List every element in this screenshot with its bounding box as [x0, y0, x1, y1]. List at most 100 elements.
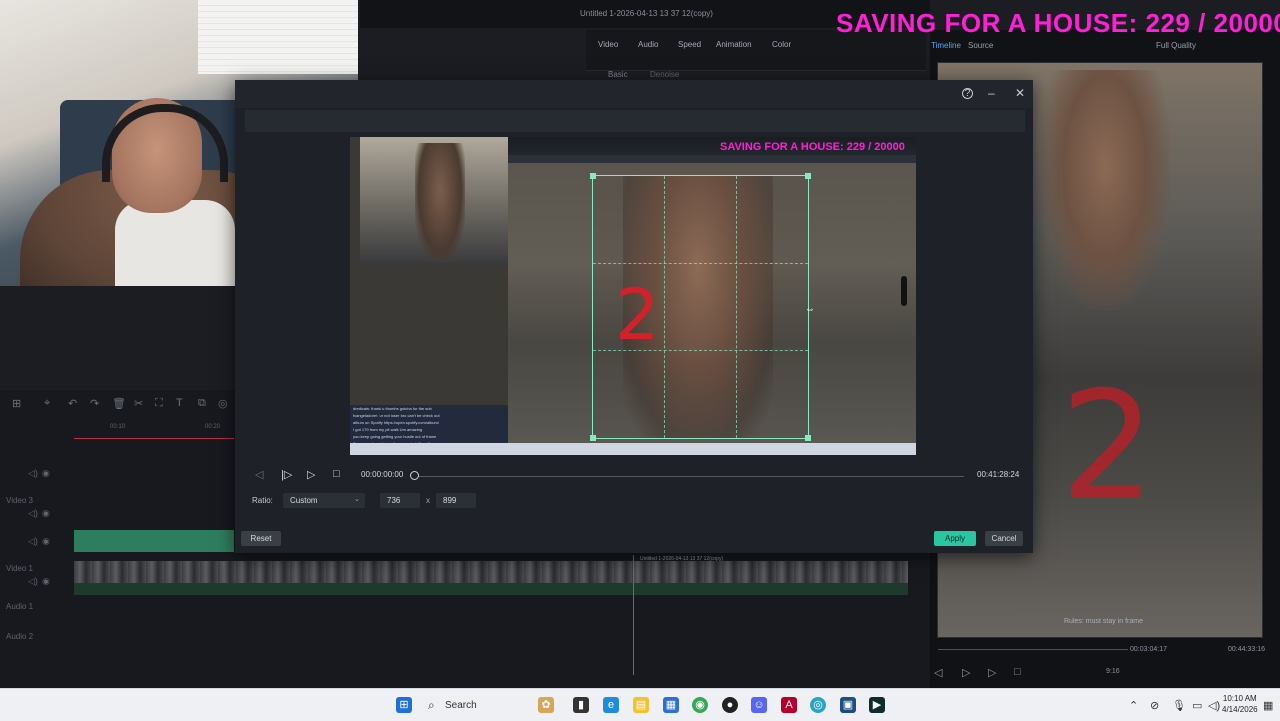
- tab-video[interactable]: Video: [598, 40, 618, 49]
- prev-frame-icon[interactable]: ◁: [255, 468, 263, 481]
- minimize-icon[interactable]: –: [988, 86, 995, 100]
- height-input[interactable]: 899: [436, 493, 476, 508]
- mute-icon[interactable]: ◁): [28, 576, 38, 587]
- widget-icon[interactable]: ✿: [538, 697, 554, 713]
- chat-line: album on Spotify https://open.spotify.co…: [353, 420, 439, 425]
- stop-icon[interactable]: □: [1014, 666, 1021, 678]
- preview-zoom-bar: [901, 276, 907, 306]
- zoom-icon[interactable]: ◎: [218, 397, 228, 410]
- mute-icon[interactable]: ◁): [28, 508, 38, 519]
- network-icon[interactable]: ⊘: [1150, 699, 1159, 712]
- window-title: Untitled 1-2026-04-13 13 37 12(copy): [580, 9, 713, 18]
- tab-timeline[interactable]: Timeline: [931, 41, 961, 50]
- player-time-current: 00:03:04:17: [1130, 646, 1167, 653]
- monitor-icon[interactable]: ▭: [1192, 699, 1202, 712]
- play-icon[interactable]: ▷: [307, 468, 315, 481]
- delete-icon[interactable]: 🗑: [112, 397, 126, 410]
- eye-icon[interactable]: ◉: [42, 508, 50, 519]
- microphone-icon[interactable]: 🎙: [1172, 699, 1186, 712]
- chevron-down-icon: ⌄: [354, 496, 360, 503]
- subtab-denoise[interactable]: Denoise: [650, 70, 679, 79]
- step-play-icon[interactable]: |▷: [281, 468, 292, 481]
- crop-handle-bottom-right[interactable]: [805, 435, 811, 441]
- undo-icon[interactable]: ↶: [68, 397, 77, 410]
- quality-select[interactable]: Full Quality: [1156, 41, 1196, 50]
- edge-icon[interactable]: e: [603, 697, 619, 713]
- current-time: 00:00:00:00: [361, 470, 404, 479]
- chat-line: I got 179 from my pit walk Um amazing: [353, 427, 423, 432]
- player-time-total: 00:44:33:16: [1228, 646, 1265, 653]
- stream-goal-overlay: SAVING FOR A HOUSE: 229 / 20000: [836, 8, 1280, 38]
- timeline-toolbar: ⊞ ⌖ ↶ ↷ 🗑 ✂ ⛶ T ⧉ ◎: [0, 395, 235, 417]
- text-icon[interactable]: T: [176, 397, 183, 409]
- preview-bookmarks: [508, 155, 916, 163]
- eye-icon[interactable]: ◉: [42, 576, 50, 587]
- crop-box[interactable]: 2: [590, 173, 811, 441]
- select-icon[interactable]: ⌖: [44, 397, 50, 410]
- browser-icon[interactable]: ◎: [810, 697, 826, 713]
- mute-icon[interactable]: ◁): [28, 468, 38, 479]
- effects-icon[interactable]: ⧉: [198, 397, 206, 410]
- playhead[interactable]: [633, 555, 634, 675]
- subtab-basic[interactable]: Basic: [608, 70, 628, 79]
- adobe-icon[interactable]: A: [781, 697, 797, 713]
- file-explorer-icon[interactable]: ▤: [633, 697, 649, 713]
- volume-icon[interactable]: ◁): [1208, 699, 1220, 712]
- tab-color[interactable]: Color: [772, 40, 791, 49]
- play-icon[interactable]: ▷: [988, 666, 996, 679]
- player-person: [1040, 70, 1170, 310]
- chat-line: fxangeladore!: ur not loser bro can't be…: [353, 413, 440, 418]
- stop-icon[interactable]: □: [333, 468, 340, 480]
- help-icon[interactable]: ?: [962, 88, 973, 99]
- progress-knob[interactable]: [410, 471, 419, 480]
- dialog-subheader: [245, 110, 1025, 132]
- windows-start-icon[interactable]: ⊞: [396, 697, 412, 713]
- filmora-icon[interactable]: ▶: [869, 697, 885, 713]
- width-input[interactable]: 736: [380, 493, 420, 508]
- taskbar-clock[interactable]: 10:10 AM 4/14/2026: [1222, 693, 1258, 715]
- apply-button[interactable]: Apply: [934, 531, 976, 546]
- clock-date: 4/14/2026: [1222, 705, 1258, 714]
- eye-icon[interactable]: ◉: [42, 536, 50, 547]
- tab-source[interactable]: Source: [968, 41, 993, 50]
- tab-audio[interactable]: Audio: [638, 40, 658, 49]
- task-view-icon[interactable]: ▮: [573, 697, 589, 713]
- green-clip[interactable]: [74, 530, 234, 552]
- tab-speed[interactable]: Speed: [678, 40, 701, 49]
- crop-handle-top-right[interactable]: [805, 173, 811, 179]
- obs-icon[interactable]: ●: [722, 697, 738, 713]
- reset-button[interactable]: Reset: [241, 531, 281, 546]
- track-label: Audio 1: [6, 602, 34, 611]
- preview-taskbar: [350, 443, 916, 455]
- progress-track[interactable]: [418, 476, 964, 477]
- mute-icon[interactable]: ◁): [28, 536, 38, 547]
- step-play-icon[interactable]: ▷: [962, 666, 970, 679]
- crop-handle-top-left[interactable]: [590, 173, 596, 179]
- crop-icon[interactable]: ⛶: [155, 397, 163, 410]
- crop-handle-bottom-left[interactable]: [590, 435, 596, 441]
- video-clip[interactable]: [74, 561, 908, 583]
- eye-icon[interactable]: ◉: [42, 468, 50, 479]
- player-progress[interactable]: [938, 649, 1128, 650]
- crop-preview: SAVING FOR A HOUSE: 229 / 20000 dredical…: [350, 137, 916, 455]
- playback-row: ◁ |▷ ▷ □ 00:00:00:00 00:41:28:24: [235, 465, 1033, 487]
- app-icon[interactable]: ▣: [840, 697, 856, 713]
- discord-icon[interactable]: ☺: [751, 697, 767, 713]
- chrome-icon[interactable]: ◉: [692, 697, 708, 713]
- aspect-select[interactable]: 9:16: [1106, 668, 1120, 675]
- cancel-button[interactable]: Cancel: [985, 531, 1023, 546]
- close-icon[interactable]: ✕: [1015, 86, 1025, 100]
- height-value: 899: [443, 496, 457, 505]
- prev-frame-icon[interactable]: ◁: [934, 666, 942, 679]
- tab-animation[interactable]: Animation: [716, 40, 752, 49]
- chevron-up-icon[interactable]: ⌃: [1129, 699, 1138, 712]
- ratio-select[interactable]: Custom ⌄: [283, 493, 365, 508]
- cut-icon[interactable]: ✂: [134, 397, 143, 410]
- store-icon[interactable]: ▦: [663, 697, 679, 713]
- layout-icon[interactable]: ⊞: [12, 397, 21, 410]
- audio-waveform[interactable]: [74, 583, 908, 595]
- track-label: Video 3: [6, 496, 33, 505]
- taskbar-search[interactable]: ⌕ Search: [420, 693, 520, 717]
- notification-icon[interactable]: ▦: [1263, 699, 1273, 712]
- redo-icon[interactable]: ↷: [90, 397, 99, 410]
